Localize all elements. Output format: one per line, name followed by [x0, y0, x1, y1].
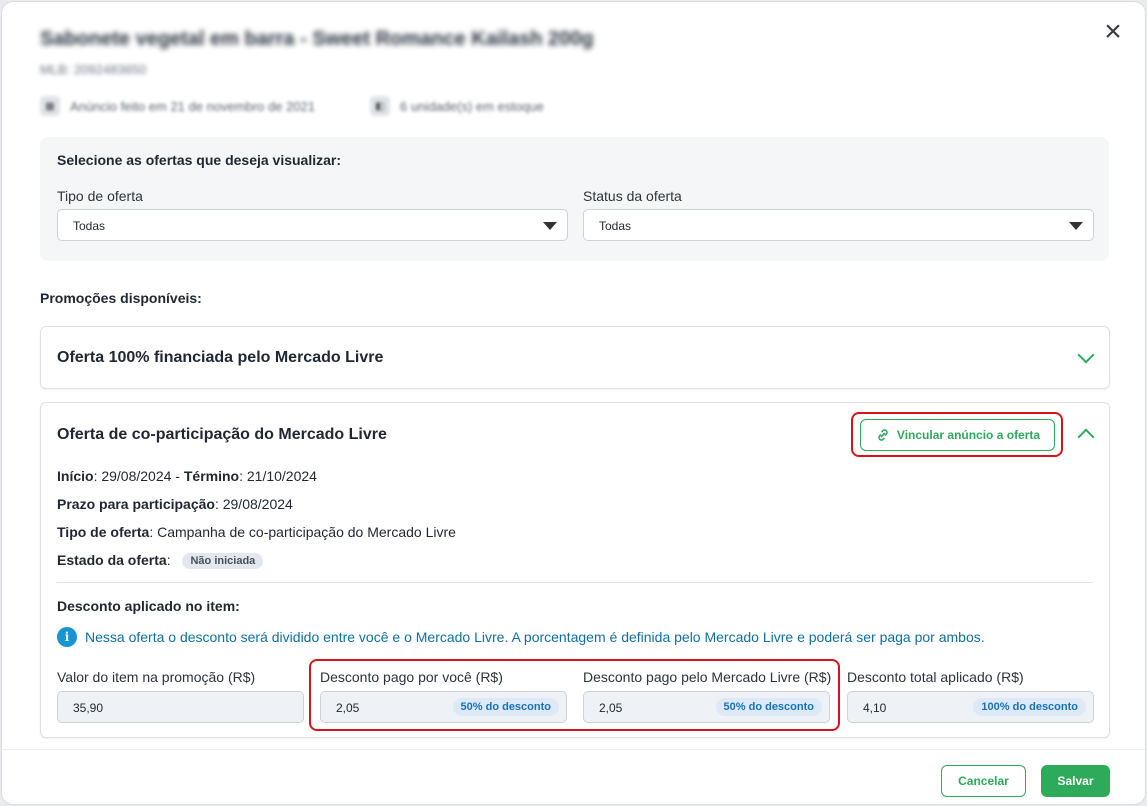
promo-price-value: 35,90: [73, 701, 104, 715]
listed-date-text: Anúncio feito em 21 de novembro de 2021: [70, 98, 316, 114]
caret-down-icon: [1069, 222, 1083, 230]
offer-dates: Início: 29/08/2024 - Término: 21/10/2024: [57, 468, 317, 484]
stock-text: 6 unidade(s) em estoque: [400, 98, 544, 114]
offer-status-label: Status da oferta: [583, 188, 682, 204]
discount-heading: Desconto aplicado no item:: [57, 598, 240, 614]
total-discount-pct: 100% do desconto: [973, 698, 1086, 716]
total-discount-label: Desconto total aplicado (R$): [847, 669, 1024, 685]
promotions-label: Promoções disponíveis:: [40, 290, 202, 306]
link-listing-button[interactable]: Vincular anúncio a oferta: [860, 419, 1055, 451]
offer-card-financed[interactable]: Oferta 100% financiada pelo Mercado Livr…: [40, 326, 1110, 389]
offer-type-select[interactable]: Todas: [57, 209, 568, 241]
total-discount-field[interactable]: 4,10 100% do desconto: [847, 691, 1094, 723]
seller-discount-pct: 50% do desconto: [452, 698, 559, 716]
offers-modal: Sabonete vegetal em barra - Sweet Romanc…: [1, 1, 1146, 805]
footer-divider: [2, 749, 1145, 750]
box-icon: ◧: [370, 96, 390, 116]
offer-title: Oferta 100% financiada pelo Mercado Livr…: [57, 349, 384, 366]
filters-heading: Selecione as ofertas que deseja visualiz…: [57, 152, 342, 168]
status-badge: Não iniciada: [182, 553, 264, 569]
offer-type-value: Todas: [73, 219, 106, 233]
seller-discount-field[interactable]: 2,05 50% do desconto: [320, 691, 567, 723]
offer-deadline: Prazo para participação: 29/08/2024: [57, 496, 293, 512]
ml-discount-value: 2,05: [599, 701, 623, 715]
promo-price-label: Valor do item na promoção (R$): [57, 669, 256, 685]
offer-title: Oferta de co-participação do Mercado Liv…: [57, 426, 387, 443]
offer-status-value: Todas: [599, 219, 632, 233]
caret-down-icon: [543, 222, 557, 230]
link-listing-label: Vincular anúncio a oferta: [896, 428, 1041, 442]
ml-discount-field[interactable]: 2,05 50% do desconto: [583, 691, 830, 723]
ml-discount-pct: 50% do desconto: [715, 698, 822, 716]
listed-date: ▦ Anúncio feito em 21 de novembro de 202…: [40, 96, 315, 116]
info-icon: i: [57, 627, 77, 647]
link-icon: [878, 429, 888, 441]
product-id: MLB: 2092483650: [40, 62, 147, 77]
total-discount-value: 4,10: [863, 701, 887, 715]
chevron-down-icon[interactable]: [1077, 346, 1095, 364]
info-note-text: Nessa oferta o desconto será dividido en…: [85, 629, 985, 645]
info-note: i Nessa oferta o desconto será dividido …: [57, 627, 985, 647]
offer-type-label: Tipo de oferta: [57, 188, 143, 204]
cancel-button[interactable]: Cancelar: [941, 765, 1026, 797]
offer-type: Tipo de oferta: Campanha de co-participa…: [57, 524, 456, 540]
product-title: Sabonete vegetal em barra - Sweet Romanc…: [40, 28, 594, 50]
seller-discount-label: Desconto pago por você (R$): [320, 669, 503, 685]
offer-card-coparticipation: Oferta de co-participação do Mercado Liv…: [40, 402, 1110, 738]
close-icon[interactable]: ×: [1100, 17, 1126, 47]
seller-discount-value: 2,05: [336, 701, 360, 715]
offer-status-select[interactable]: Todas: [583, 209, 1094, 241]
stock-info: ◧ 6 unidade(s) em estoque: [370, 96, 544, 116]
ml-discount-label: Desconto pago pelo Mercado Livre (R$): [583, 669, 832, 685]
save-button[interactable]: Salvar: [1041, 765, 1110, 797]
offer-state: Estado da oferta: Não iniciada: [57, 552, 264, 569]
divider: [57, 582, 1093, 583]
promo-price-field[interactable]: 35,90: [57, 691, 304, 723]
chevron-up-icon[interactable]: [1077, 428, 1095, 446]
offer-filters: Selecione as ofertas que deseja visualiz…: [40, 137, 1109, 261]
calendar-icon: ▦: [40, 96, 60, 116]
